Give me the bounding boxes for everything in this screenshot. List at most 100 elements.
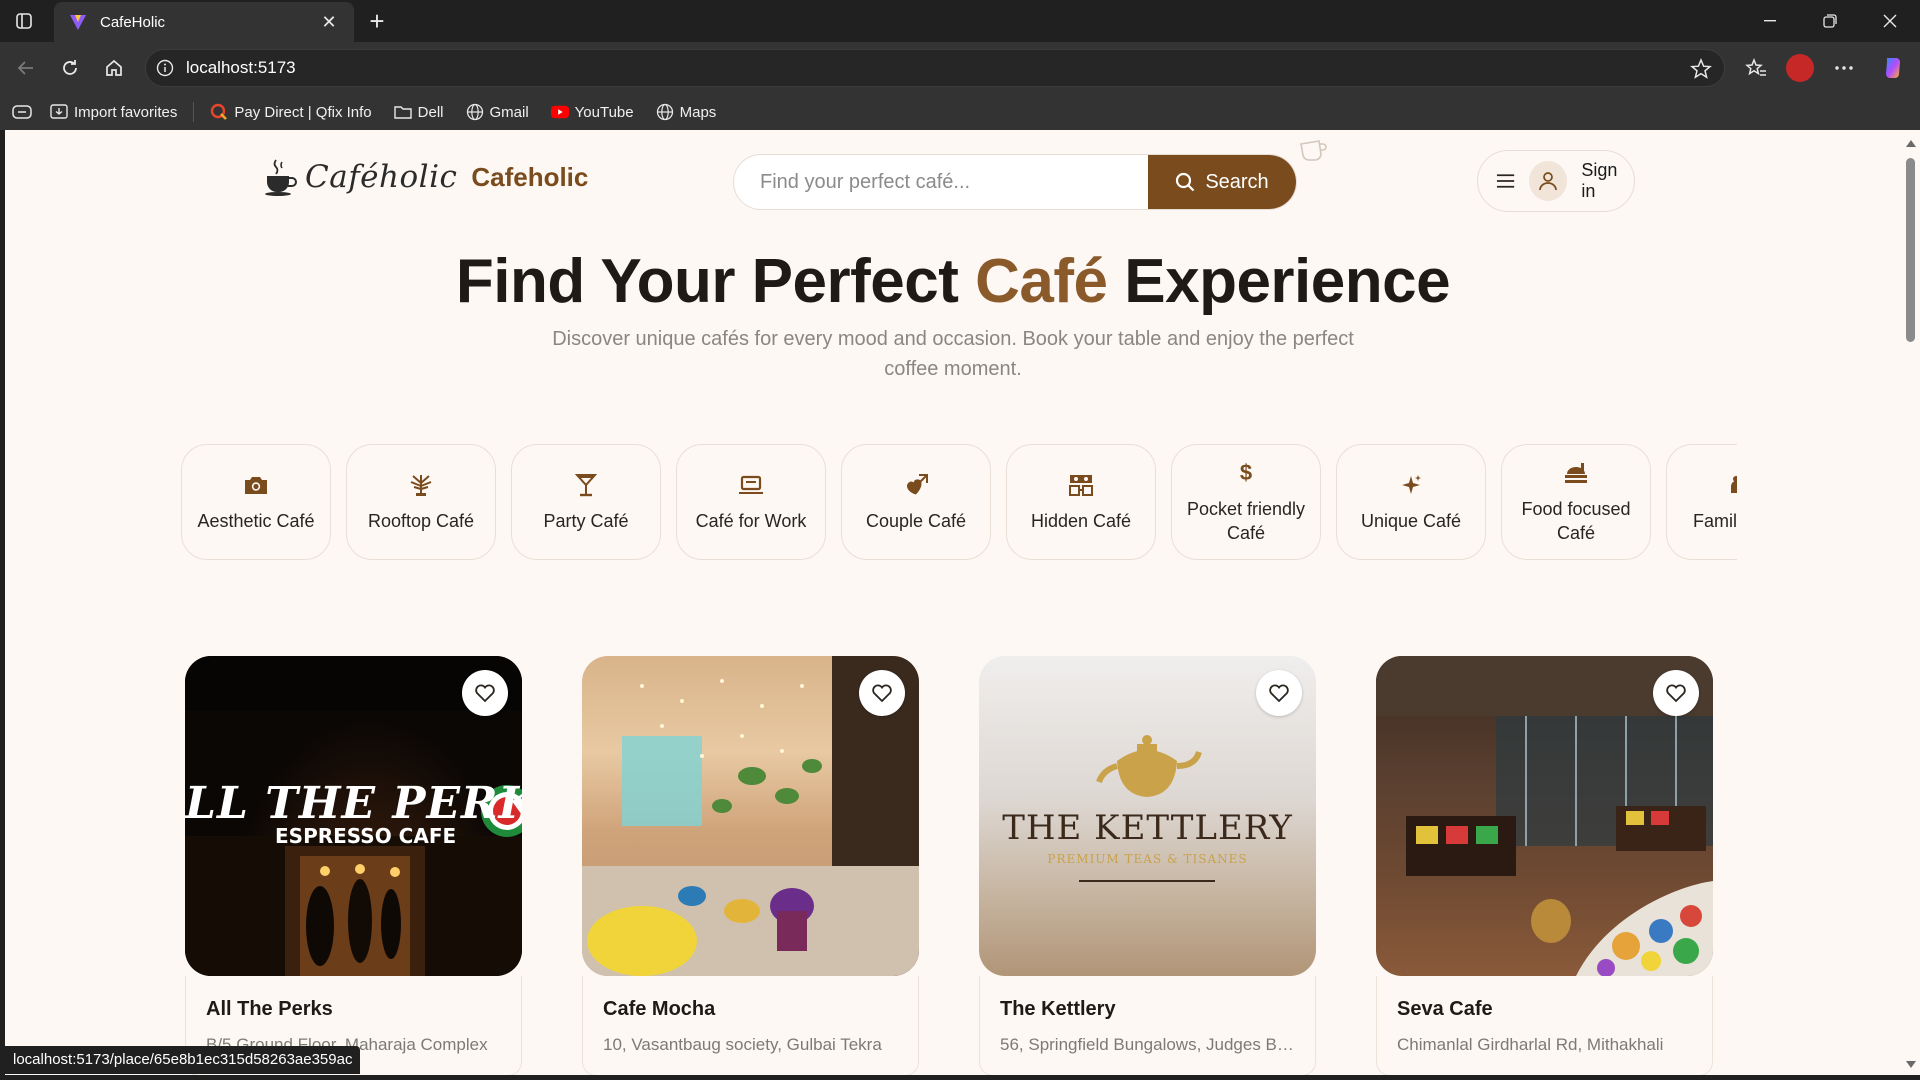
category-label: Food focused Café bbox=[1521, 499, 1631, 543]
category-party[interactable]: Party Café bbox=[511, 444, 661, 560]
close-window-icon[interactable] bbox=[1860, 0, 1920, 42]
category-label: Family Café bbox=[1692, 511, 1737, 531]
category-work[interactable]: Café for Work bbox=[676, 444, 826, 560]
cafe-photo: LL THE PERKS ESPRESSO CAFE bbox=[185, 656, 522, 976]
new-tab-icon[interactable]: + bbox=[362, 6, 392, 36]
tab-actions-icon[interactable] bbox=[10, 7, 38, 35]
bookmark-youtube[interactable]: YouTube bbox=[550, 103, 634, 121]
tab-title: CafeHolic bbox=[100, 13, 166, 31]
hero-title-accent: Café bbox=[975, 247, 1108, 316]
favorite-star-icon[interactable] bbox=[1690, 58, 1712, 80]
hamburger-menu-icon bbox=[1496, 174, 1515, 188]
cafe-card[interactable]: LL THE PERKS ESPRESSO CAFE All The Perks… bbox=[185, 656, 522, 1075]
cafe-info: Cafe Mocha 10, Vasantbaug society, Gulba… bbox=[582, 976, 919, 1075]
page-scrollbar[interactable] bbox=[1901, 130, 1920, 1080]
cafe-card[interactable]: Cafe Mocha 10, Vasantbaug society, Gulba… bbox=[582, 656, 919, 1075]
category-rooftop[interactable]: Rooftop Café bbox=[346, 444, 496, 560]
category-label: Aesthetic Café bbox=[197, 511, 315, 531]
home-icon[interactable] bbox=[98, 52, 130, 84]
category-pocket-friendly[interactable]: $ Pocket friendly Café bbox=[1171, 444, 1321, 560]
back-icon[interactable] bbox=[10, 52, 42, 84]
camera-icon bbox=[242, 471, 270, 499]
category-aesthetic[interactable]: Aesthetic Café bbox=[181, 444, 331, 560]
bookmark-maps[interactable]: Maps bbox=[656, 103, 716, 121]
restore-icon[interactable] bbox=[1800, 0, 1860, 42]
couple-icon bbox=[902, 471, 930, 499]
heart-icon bbox=[872, 684, 892, 703]
profile-avatar[interactable] bbox=[1786, 54, 1814, 82]
bookmark-label: Dell bbox=[417, 103, 444, 121]
copilot-icon[interactable] bbox=[1877, 52, 1909, 84]
cafe-name: Seva Cafe bbox=[1397, 998, 1493, 1020]
dollar-icon: $ bbox=[1239, 460, 1253, 485]
scroll-up-icon[interactable] bbox=[1906, 140, 1916, 147]
category-list: Aesthetic Café Rooftop Café Party Café C… bbox=[181, 444, 1737, 564]
bookmark-gmail[interactable]: Gmail bbox=[466, 103, 529, 121]
youtube-icon bbox=[550, 103, 569, 121]
category-couple[interactable]: Couple Café bbox=[841, 444, 991, 560]
import-icon bbox=[50, 103, 68, 121]
site-info-icon[interactable] bbox=[156, 59, 174, 77]
category-family[interactable]: Family Café bbox=[1666, 444, 1737, 560]
hidden-icon bbox=[1067, 471, 1095, 499]
search-bar: Search bbox=[733, 154, 1297, 210]
kettlery-logo-line1: THE KETTLERY bbox=[1002, 808, 1293, 848]
category-unique[interactable]: Unique Café bbox=[1336, 444, 1486, 560]
bookmark-label: Gmail bbox=[489, 103, 529, 121]
cafe-card[interactable]: Seva Cafe Chimanlal Girdharlal Rd, Mitha… bbox=[1376, 656, 1713, 1075]
window-bottom-edge bbox=[0, 1075, 1920, 1080]
bookmark-import-favorites[interactable]: Import favorites bbox=[50, 103, 177, 121]
search-input[interactable] bbox=[734, 155, 1148, 209]
logo-script-text: Caféholic bbox=[305, 159, 458, 195]
search-button-label: Search bbox=[1205, 170, 1269, 193]
favorite-button[interactable] bbox=[462, 670, 508, 716]
cafe-name: The Kettlery bbox=[1000, 998, 1116, 1020]
heart-icon bbox=[1666, 684, 1686, 703]
bookmark-dell[interactable]: Dell bbox=[393, 103, 444, 121]
address-bar[interactable]: localhost:5173 bbox=[145, 49, 1725, 87]
scrollbar-thumb[interactable] bbox=[1906, 158, 1915, 342]
cafe-card[interactable]: THE KETTLERY PREMIUM TEAS & TISANES The … bbox=[979, 656, 1316, 1075]
favorites-icon[interactable] bbox=[1740, 52, 1772, 84]
category-label: Hidden Café bbox=[1030, 511, 1132, 531]
more-options-icon[interactable] bbox=[1828, 52, 1860, 84]
cocktail-icon bbox=[572, 471, 600, 499]
user-menu-button[interactable]: Sign in bbox=[1477, 150, 1635, 212]
browser-tab-active[interactable]: CafeHolic ✕ bbox=[54, 2, 354, 42]
heart-icon bbox=[475, 684, 495, 703]
tab-close-icon[interactable]: ✕ bbox=[318, 11, 340, 33]
category-label: Party Café bbox=[543, 511, 629, 531]
status-bar-url: localhost:5173/place/65e8b1ec315d58263ae… bbox=[5, 1046, 361, 1074]
address-url: localhost:5173 bbox=[186, 58, 296, 77]
qfix-icon bbox=[210, 103, 228, 121]
page-viewport: Caféholic Cafeholic Search Sign in Find … bbox=[5, 130, 1901, 1075]
coffee-cup-icon bbox=[265, 159, 297, 196]
favorite-button[interactable] bbox=[1653, 670, 1699, 716]
search-button[interactable]: Search bbox=[1148, 155, 1296, 209]
hero-subtitle: Discover unique cafés for every mood and… bbox=[552, 328, 1354, 380]
bookmarks-collapse-icon[interactable] bbox=[12, 105, 32, 119]
cafe-address: 10, Vasantbaug society, Gulbai Tekra bbox=[603, 1035, 882, 1054]
reload-icon[interactable] bbox=[54, 52, 86, 84]
category-label: Unique Café bbox=[1360, 511, 1462, 531]
favorite-button[interactable] bbox=[1256, 670, 1302, 716]
bookmark-qfix[interactable]: Pay Direct | Qfix Info bbox=[210, 103, 372, 121]
food-icon bbox=[1562, 459, 1590, 487]
sign-in-label: Sign in bbox=[1581, 160, 1618, 201]
category-label: Rooftop Café bbox=[367, 511, 475, 531]
bookmark-label: YouTube bbox=[574, 103, 634, 121]
sparkle-icon bbox=[1397, 471, 1425, 499]
site-logo[interactable]: Caféholic Cafeholic bbox=[263, 158, 588, 196]
category-label: Pocket friendly Café bbox=[1186, 499, 1306, 543]
kettlery-logo-line2: PREMIUM TEAS & TISANES bbox=[1047, 852, 1248, 866]
cafe-name: All The Perks bbox=[206, 998, 333, 1020]
favorite-button[interactable] bbox=[859, 670, 905, 716]
decorative-cup-icon bbox=[1300, 140, 1327, 161]
category-hidden[interactable]: Hidden Café bbox=[1006, 444, 1156, 560]
vite-favicon-icon bbox=[68, 12, 88, 32]
scroll-down-icon[interactable] bbox=[1906, 1061, 1916, 1068]
minimize-icon[interactable] bbox=[1740, 0, 1800, 42]
category-food[interactable]: Food focused Café bbox=[1501, 444, 1651, 560]
perks-sign-line2: ESPRESSO CAFE bbox=[275, 824, 457, 848]
category-label: Café for Work bbox=[695, 511, 807, 531]
